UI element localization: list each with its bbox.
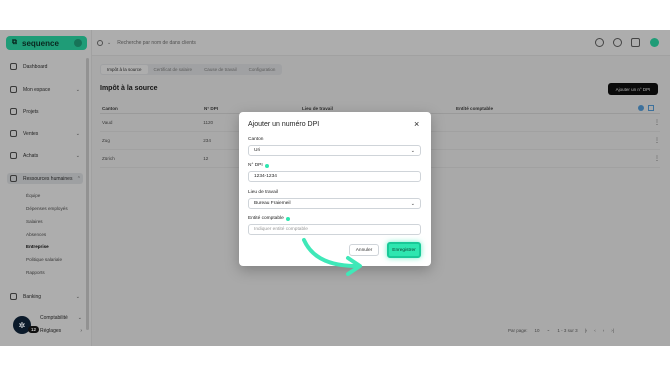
entite-label-text: Entité comptable	[248, 216, 284, 221]
canton-label-text: Canton	[248, 137, 264, 142]
entite-input[interactable]: Indiquer entité comptable	[248, 224, 421, 235]
dpi-input[interactable]: 1234-1234	[248, 171, 421, 182]
info-icon[interactable]	[285, 216, 290, 221]
help-icon: ✲	[18, 320, 26, 330]
modal-title: Ajouter un numéro DPI	[248, 121, 320, 128]
app-window: ⧉ sequence Dashboard Mon espace ⌄ Projet…	[0, 30, 670, 346]
canton-value: Uri	[254, 148, 261, 153]
lieu-label-text: Lieu de travail	[248, 190, 278, 195]
chevron-down-icon: ⌄	[410, 200, 415, 207]
save-button[interactable]: Enregistrer	[387, 242, 421, 258]
dpi-label-text: N° DPI	[248, 163, 263, 168]
lieu-select[interactable]: Bureau Fraiemeil ⌄	[248, 198, 421, 209]
dpi-value: 1234-1234	[254, 174, 277, 179]
entite-label: Entité comptable	[248, 216, 290, 221]
close-icon[interactable]: ×	[414, 120, 419, 129]
dpi-label: N° DPI	[248, 163, 269, 168]
canton-select[interactable]: Uri ⌄	[248, 145, 421, 156]
lieu-value: Bureau Fraiemeil	[254, 201, 291, 206]
chevron-down-icon: ⌄	[410, 147, 415, 154]
info-icon[interactable]	[264, 163, 269, 168]
lieu-label: Lieu de travail	[248, 190, 278, 195]
tutorial-arrow-icon	[302, 238, 362, 276]
canton-label: Canton	[248, 137, 263, 142]
help-count-badge: 12	[28, 326, 39, 333]
entite-placeholder: Indiquer entité comptable	[254, 227, 308, 232]
